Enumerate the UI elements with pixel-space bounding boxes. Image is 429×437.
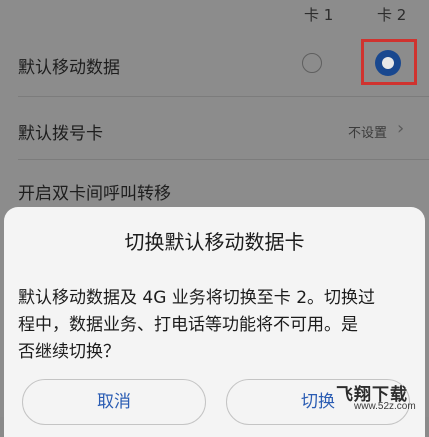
radio-checked-icon[interactable] bbox=[375, 50, 401, 76]
watermark-logo: 飞翔下载 www.52z.com bbox=[328, 380, 426, 414]
column-header-card2: 卡 2 bbox=[377, 6, 407, 24]
dialog-message-line: 否继续切换？ bbox=[18, 342, 120, 362]
row-dual-call-forward[interactable]: 开启双卡间呼叫转移 bbox=[0, 160, 429, 207]
row-dual-call-forward-label: 开启双卡间呼叫转移 bbox=[18, 184, 171, 204]
cancel-button[interactable]: 取消 bbox=[22, 379, 206, 425]
row-default-mobile-data-label: 默认移动数据 bbox=[18, 58, 120, 78]
dialog-message: 默认移动数据及 4G 业务将切换至卡 2。切换过 程中，数据业务、打电话等功能将… bbox=[18, 285, 412, 366]
dialog-message-line: 程中，数据业务、打电话等功能将不可用。是 bbox=[18, 315, 358, 335]
chevron-right-icon: › bbox=[397, 118, 405, 139]
column-header-card1: 卡 1 bbox=[304, 6, 334, 24]
row-default-dial-card-label: 默认拨号卡 bbox=[18, 124, 103, 144]
dial-card-value: 不设置 bbox=[348, 126, 388, 141]
watermark-url: www.52z.com bbox=[354, 401, 416, 412]
radio-unchecked-icon[interactable] bbox=[302, 53, 322, 73]
dialog-message-line: 默认移动数据及 4G 业务将切换至卡 2。切换过 bbox=[18, 288, 376, 308]
dialog-title: 切换默认移动数据卡 bbox=[124, 230, 305, 254]
